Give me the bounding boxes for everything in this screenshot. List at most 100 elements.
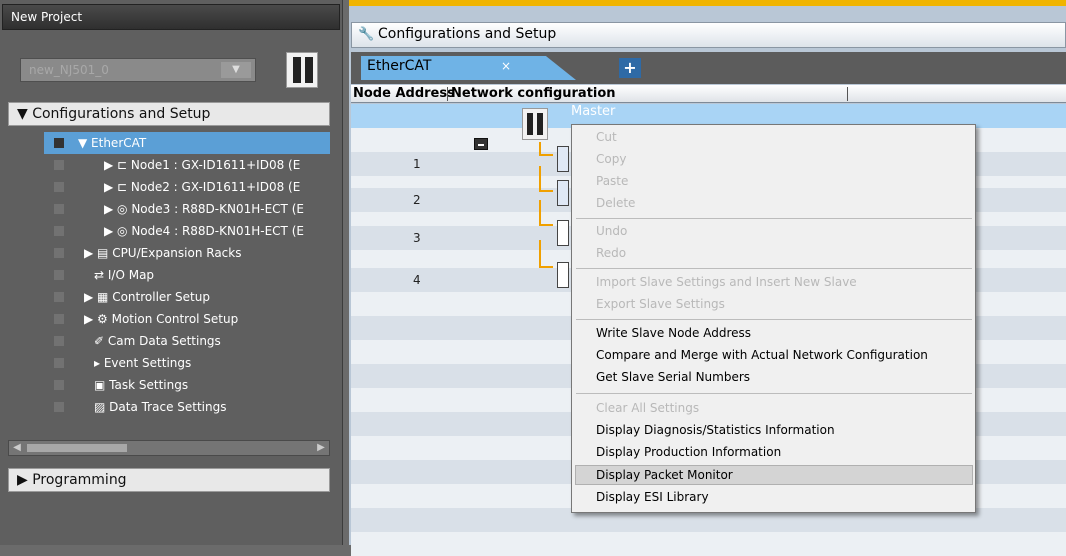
checkbox-icon xyxy=(54,204,64,214)
ethercat-wire xyxy=(539,166,553,192)
checkbox-icon xyxy=(54,160,64,170)
servo-device-icon[interactable] xyxy=(557,220,569,246)
menu-item-copy: Copy xyxy=(596,152,627,166)
checkbox-icon xyxy=(54,314,64,324)
node-address: 2 xyxy=(413,193,421,207)
tree-item-node1[interactable]: ▶ ⊏ Node1 : GX-ID1611+ID08 (E xyxy=(44,154,330,176)
column-divider[interactable] xyxy=(447,87,448,101)
wrench-icon: 🔧 xyxy=(358,27,375,42)
tree-item-label: ✐ Cam Data Settings xyxy=(94,334,221,348)
ethercat-wire xyxy=(539,200,553,226)
menu-item-undo: Undo xyxy=(596,224,628,238)
menu-item-paste: Paste xyxy=(596,174,629,188)
tree-item-label: ▼ EtherCAT xyxy=(78,136,147,150)
checkbox-icon xyxy=(54,226,64,236)
controller-select[interactable]: new_NJ501_0 ▼ xyxy=(20,58,256,82)
collapse-icon[interactable] xyxy=(474,138,488,150)
checkbox-icon xyxy=(54,270,64,280)
tree-item-io-map[interactable]: ⇄ I/O Map xyxy=(44,264,330,286)
multiview-explorer: New Project new_NJ501_0 ▼ ▼ Configuratio… xyxy=(0,0,343,545)
menu-item-production-info[interactable]: Display Production Information xyxy=(596,445,781,459)
menu-separator xyxy=(576,268,972,269)
tree-item-label: ▸ Event Settings xyxy=(94,356,192,370)
slave-device-icon[interactable] xyxy=(557,146,569,172)
menu-item-import-slave: Import Slave Settings and Insert New Sla… xyxy=(596,275,857,289)
menu-item-compare-merge[interactable]: Compare and Merge with Actual Network Co… xyxy=(596,348,928,362)
menu-item-clear-all: Clear All Settings xyxy=(596,401,700,415)
config-setup-title: Configurations and Setup xyxy=(378,26,557,42)
context-menu: Cut Copy Paste Delete Undo Redo Import S… xyxy=(571,124,976,513)
app-window: New Project new_NJ501_0 ▼ ▼ Configuratio… xyxy=(0,0,1066,556)
menu-item-redo: Redo xyxy=(596,246,627,260)
menu-separator xyxy=(576,218,972,219)
tree-item-node3[interactable]: ▶ ◎ Node3 : R88D-KN01H-ECT (E xyxy=(44,198,330,220)
node-address: 4 xyxy=(413,273,421,287)
menu-item-delete: Delete xyxy=(596,196,636,210)
config-setup-title-bar: 🔧 Configurations and Setup xyxy=(351,22,1066,48)
checkbox-icon xyxy=(54,336,64,346)
ethercat-wire xyxy=(539,240,553,268)
table-row xyxy=(351,532,1066,556)
tree-item-label: ▶ ▦ Controller Setup xyxy=(84,290,210,304)
add-tab-button[interactable]: + xyxy=(619,58,641,78)
tree-item-label: ▣ Task Settings xyxy=(94,378,189,392)
master-device-icon xyxy=(522,108,548,140)
column-header: Node Address Network configuration xyxy=(351,85,1066,103)
menu-item-packet-monitor[interactable]: Display Packet Monitor xyxy=(596,468,733,482)
close-icon[interactable]: × xyxy=(501,59,511,73)
tree-item-label: ⇄ I/O Map xyxy=(94,268,155,282)
tree-item-label: ▶ ⚙ Motion Control Setup xyxy=(84,312,239,326)
tab-label: EtherCAT xyxy=(367,58,432,74)
tree-item-motion-control[interactable]: ▶ ⚙ Motion Control Setup xyxy=(44,308,330,330)
column-divider[interactable] xyxy=(847,87,848,101)
checkbox-icon xyxy=(54,358,64,368)
tree-item-node2[interactable]: ▶ ⊏ Node2 : GX-ID1611+ID08 (E xyxy=(44,176,330,198)
menu-item-write-node-address[interactable]: Write Slave Node Address xyxy=(596,326,751,340)
master-label: Master xyxy=(571,104,616,119)
col-network-configuration[interactable]: Network configuration xyxy=(451,86,616,101)
scroll-right-icon[interactable]: ▶ xyxy=(313,441,329,455)
tree-item-data-trace[interactable]: ▨ Data Trace Settings xyxy=(44,396,330,418)
servo-device-icon[interactable] xyxy=(557,262,569,288)
tree-item-label: ▶ ▤ CPU/Expansion Racks xyxy=(84,246,242,260)
explorer-title: New Project xyxy=(2,4,340,30)
tree-item-task-settings[interactable]: ▣ Task Settings xyxy=(44,374,330,396)
chevron-down-icon[interactable]: ▼ xyxy=(221,62,251,78)
tab-ethercat[interactable]: EtherCAT × xyxy=(361,56,576,80)
top-accent-bar xyxy=(349,0,1066,6)
checkbox-icon xyxy=(54,182,64,192)
menu-item-diagnosis[interactable]: Display Diagnosis/Statistics Information xyxy=(596,423,835,437)
menu-item-get-serial-numbers[interactable]: Get Slave Serial Numbers xyxy=(596,370,750,384)
checkbox-icon xyxy=(54,292,64,302)
menu-item-cut: Cut xyxy=(596,130,617,144)
tree-item-label: ▶ ⊏ Node1 : GX-ID1611+ID08 (E xyxy=(104,158,301,172)
controller-select-value: new_NJ501_0 xyxy=(29,63,109,77)
node-address: 3 xyxy=(413,231,421,245)
tree-item-ethercat[interactable]: ▼ EtherCAT xyxy=(44,132,330,154)
col-node-address[interactable]: Node Address xyxy=(353,86,455,101)
menu-separator xyxy=(576,393,972,394)
horizontal-scrollbar[interactable]: ◀ ▶ xyxy=(8,440,330,456)
checkbox-icon xyxy=(54,402,64,412)
slave-device-icon[interactable] xyxy=(557,180,569,206)
menu-item-esi-library[interactable]: Display ESI Library xyxy=(596,490,709,504)
tab-strip: EtherCAT × + xyxy=(351,52,1066,84)
checkbox-icon xyxy=(54,138,64,148)
checkbox-icon xyxy=(54,380,64,390)
ethercat-wire xyxy=(539,142,553,156)
tree-item-event-settings[interactable]: ▸ Event Settings xyxy=(44,352,330,374)
checkbox-icon xyxy=(54,248,64,258)
tree-item-cpu-racks[interactable]: ▶ ▤ CPU/Expansion Racks xyxy=(44,242,330,264)
node-address: 1 xyxy=(413,157,421,171)
tree-item-label: ▶ ⊏ Node2 : GX-ID1611+ID08 (E xyxy=(104,180,301,194)
menu-item-export-slave: Export Slave Settings xyxy=(596,297,725,311)
tree-item-cam-data[interactable]: ✐ Cam Data Settings xyxy=(44,330,330,352)
tree-item-label: ▶ ◎ Node4 : R88D-KN01H-ECT (E xyxy=(104,224,304,238)
programming-header[interactable]: ▶ Programming xyxy=(8,468,330,492)
controller-device-icon xyxy=(286,52,318,88)
config-setup-header[interactable]: ▼ Configurations and Setup xyxy=(8,102,330,126)
tree-item-controller-setup[interactable]: ▶ ▦ Controller Setup xyxy=(44,286,330,308)
scroll-left-icon[interactable]: ◀ xyxy=(9,441,25,455)
scrollbar-thumb[interactable] xyxy=(27,444,127,452)
tree-item-node4[interactable]: ▶ ◎ Node4 : R88D-KN01H-ECT (E xyxy=(44,220,330,242)
